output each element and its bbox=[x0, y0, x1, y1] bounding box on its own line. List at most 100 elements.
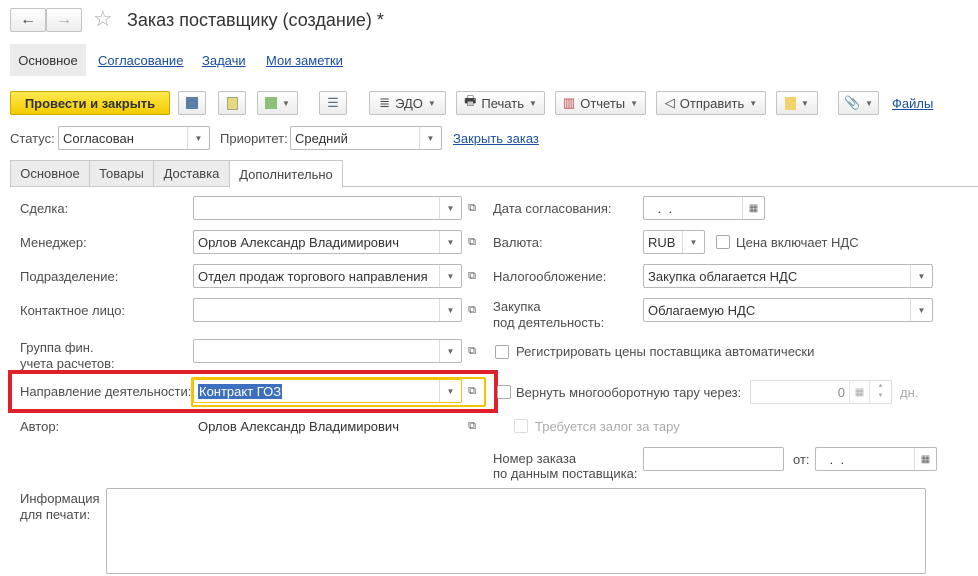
chevron-down-icon[interactable]: ▼ bbox=[439, 197, 461, 219]
field-value: . . bbox=[826, 451, 845, 467]
field-value: Облагаемую НДС bbox=[648, 302, 756, 318]
status-select[interactable]: Согласован ▼ bbox=[58, 126, 210, 150]
open-icon[interactable]: ⧉ bbox=[462, 264, 482, 288]
approval-date-label: Дата согласования: bbox=[493, 201, 612, 216]
create-based-on-button[interactable]: ▼ bbox=[257, 91, 298, 115]
tab-delivery[interactable]: Доставка bbox=[153, 160, 230, 187]
currency-select[interactable]: RUB ▼ bbox=[643, 230, 705, 254]
manager-label: Менеджер: bbox=[20, 235, 87, 250]
tab-goods[interactable]: Товары bbox=[89, 160, 154, 187]
purchase-select[interactable]: Облагаемую НДС ▼ bbox=[643, 298, 933, 322]
printer-icon: 🖶 bbox=[464, 93, 477, 108]
from-label: от: bbox=[793, 452, 810, 467]
days-label: дн. bbox=[900, 385, 919, 400]
print-button[interactable]: 🖶 Печать ▼ bbox=[456, 91, 545, 115]
chevron-down-icon[interactable]: ▼ bbox=[419, 127, 441, 149]
field-value: Отдел продаж торгового направления bbox=[198, 268, 428, 284]
field-value: . . bbox=[654, 200, 673, 216]
currency-label: Валюта: bbox=[493, 235, 543, 250]
post-and-close-button[interactable]: Провести и закрыть bbox=[10, 91, 170, 115]
structure-button[interactable]: ☰ bbox=[319, 91, 347, 115]
division-field[interactable]: Отдел продаж торгового направления ▼ bbox=[193, 264, 462, 288]
vat-included-checkbox[interactable] bbox=[716, 235, 730, 249]
return-tare-label: Вернуть многооборотную тару через: bbox=[516, 385, 742, 400]
open-icon[interactable]: ⧉ bbox=[462, 230, 482, 254]
send-button[interactable]: ◁ Отправить ▼ bbox=[656, 91, 766, 115]
calendar-icon[interactable]: ▦ bbox=[742, 197, 764, 219]
priority-label: Приоритет: bbox=[220, 131, 288, 146]
back-arrow-icon: ← bbox=[20, 11, 36, 28]
back-button[interactable]: ← bbox=[10, 8, 46, 32]
button-label: Провести и закрыть bbox=[24, 95, 156, 111]
supplier-order-field[interactable] bbox=[643, 447, 784, 471]
from-date-field[interactable]: . . ▦ bbox=[815, 447, 937, 471]
close-order-link[interactable]: Закрыть заказ bbox=[453, 131, 539, 146]
open-icon[interactable]: ⧉ bbox=[462, 414, 482, 438]
approval-date-field[interactable]: . . ▦ bbox=[643, 196, 765, 220]
field-value: Закупка облагается НДС bbox=[648, 268, 798, 284]
chevron-down-icon[interactable]: ▼ bbox=[910, 299, 932, 321]
post-button[interactable] bbox=[218, 91, 246, 115]
print-info-textarea[interactable] bbox=[106, 488, 926, 574]
tab-main[interactable]: Основное bbox=[10, 160, 90, 187]
chevron-down-icon[interactable]: ▼ bbox=[439, 380, 461, 402]
reports-button[interactable]: ▥ Отчеты ▼ bbox=[555, 91, 646, 115]
tasks-button[interactable]: ▼ bbox=[776, 91, 818, 115]
return-tare-checkbox[interactable] bbox=[497, 385, 511, 399]
open-icon[interactable]: ⧉ bbox=[462, 298, 482, 322]
open-icon[interactable]: ⧉ bbox=[462, 379, 482, 403]
attach-button[interactable]: 📎 ▼ bbox=[838, 91, 879, 115]
author-value: Орлов Александр Владимирович bbox=[198, 419, 399, 434]
field-value: 0 bbox=[837, 384, 845, 400]
tab-additional[interactable]: Дополнительно bbox=[229, 160, 343, 188]
files-link[interactable]: Файлы bbox=[892, 96, 933, 111]
calendar-icon[interactable]: ▦ bbox=[914, 448, 936, 470]
save-icon bbox=[186, 97, 198, 109]
nav-tab-tasks[interactable]: Задачи bbox=[202, 53, 246, 68]
field-value: RUB bbox=[648, 234, 676, 250]
chevron-down-icon[interactable]: ▼ bbox=[439, 265, 461, 287]
contact-field[interactable]: ▼ bbox=[193, 298, 462, 322]
print-info-label: Информация bbox=[20, 491, 100, 506]
direction-label: Направление деятельности: bbox=[20, 384, 192, 399]
open-icon[interactable]: ⧉ bbox=[462, 339, 482, 363]
spinner-icon[interactable]: ▲ ▼ bbox=[869, 381, 891, 403]
favorite-star-icon[interactable]: ☆ bbox=[93, 6, 113, 32]
button-label: ЭДО bbox=[395, 95, 423, 111]
taxation-select[interactable]: Закупка облагается НДС ▼ bbox=[643, 264, 933, 288]
paperclip-icon: 📎 bbox=[843, 95, 861, 110]
supplier-order-label: Номер заказа bbox=[493, 451, 577, 466]
deal-field[interactable]: ▼ bbox=[193, 196, 462, 220]
tab-label: Основное bbox=[20, 166, 80, 181]
chevron-down-icon[interactable]: ▼ bbox=[910, 265, 932, 287]
edo-button[interactable]: ≣ ЭДО ▼ bbox=[369, 91, 446, 115]
forward-button[interactable]: → bbox=[46, 8, 82, 32]
post-document-icon bbox=[226, 96, 238, 110]
edo-icon: ≣ bbox=[379, 95, 391, 110]
chevron-down-icon[interactable]: ▼ bbox=[682, 231, 704, 253]
return-days-field[interactable]: 0 ▦ ▲ ▼ bbox=[750, 380, 892, 404]
nav-tab-main[interactable]: Основное bbox=[10, 44, 86, 76]
nav-tab-approval[interactable]: Согласование bbox=[98, 53, 183, 68]
fin-group-field[interactable]: ▼ bbox=[193, 339, 462, 363]
tab-label: Доставка bbox=[163, 166, 220, 181]
direction-field[interactable]: Контракт ГОЗ ▼ bbox=[193, 379, 462, 403]
priority-select[interactable]: Средний ▼ bbox=[290, 126, 442, 150]
button-label: Печать bbox=[481, 95, 524, 111]
manager-field[interactable]: Орлов Александр Владимирович ▼ bbox=[193, 230, 462, 254]
nav-tab-notes[interactable]: Мои заметки bbox=[266, 53, 343, 68]
chevron-down-icon[interactable]: ▼ bbox=[439, 340, 461, 362]
register-prices-checkbox[interactable] bbox=[495, 345, 509, 359]
calculator-icon[interactable]: ▦ bbox=[849, 381, 869, 403]
chevron-down-icon[interactable]: ▼ bbox=[187, 127, 209, 149]
supplier-order-label-2: по данным поставщика: bbox=[493, 466, 638, 481]
open-icon[interactable]: ⧉ bbox=[462, 196, 482, 220]
send-icon: ◁ bbox=[664, 95, 675, 110]
chevron-down-icon[interactable]: ▼ bbox=[439, 231, 461, 253]
chevron-down-icon[interactable]: ▼ bbox=[439, 299, 461, 321]
button-label: Отчеты bbox=[580, 95, 626, 111]
taxation-label: Налогообложение: bbox=[493, 269, 607, 284]
create-based-icon bbox=[265, 97, 278, 109]
save-button[interactable] bbox=[178, 91, 206, 115]
deposit-checkbox[interactable] bbox=[514, 419, 528, 433]
